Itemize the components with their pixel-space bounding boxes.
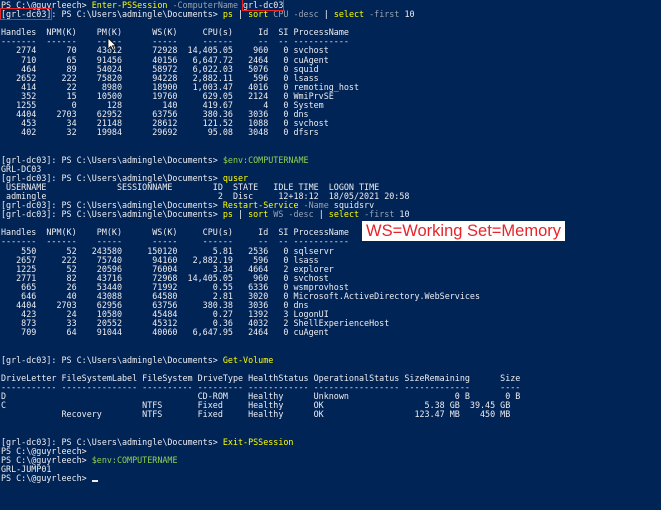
console-line: PS C:\@guyrleech> $env:COMPUTERNAME <box>1 454 520 465</box>
window-edge <box>661 0 666 510</box>
mouse-pointer-icon <box>107 37 117 51</box>
command-token: Get-Volume <box>222 354 274 365</box>
command-token: sort <box>248 209 269 220</box>
text-cursor <box>91 479 98 482</box>
command-token: Exit-PSSession <box>222 436 294 447</box>
console-text: Recovery NTFS Fixed Healthy OK 123.47 MB… <box>1 409 511 420</box>
console-text: 402 32 19984 29692 95.08 3048 0 dfsrs <box>1 127 319 138</box>
powershell-console[interactable]: PS C:\@guyrleech> Enter-PSSession -Compu… <box>0 0 661 510</box>
console-line: Recovery NTFS Fixed Healthy OK 123.47 MB… <box>1 410 520 419</box>
console-text: -first <box>359 209 400 220</box>
console-line: 402 32 19984 29692 95.08 3048 0 dfsrs <box>1 128 520 137</box>
console-text: | <box>232 9 249 20</box>
console-text: | <box>232 209 249 220</box>
console-text: WS -desc <box>268 209 314 220</box>
console-text: : PS C:\Users\admingle\Documents> <box>51 9 223 20</box>
console-text: [grl-dc03]: PS C:\Users\admingle\Documen… <box>1 209 223 220</box>
console-line: [grl-dc03]: PS C:\Users\admingle\Documen… <box>1 354 520 365</box>
console-line: [grl-dc03]: PS C:\Users\admingle\Documen… <box>0 8 520 21</box>
command-token: ps <box>222 9 233 20</box>
console-text: 10 <box>404 9 415 20</box>
console-text: 10 <box>399 209 410 220</box>
command-token: select <box>328 209 360 220</box>
console-output: PS C:\@guyrleech> Enter-PSSession -Compu… <box>0 0 520 483</box>
console-line: 709 64 91044 40060 6,647.95 2464 0 cuAge… <box>1 328 520 337</box>
console-text: PS C:\@guyrleech> <box>1 472 92 483</box>
console-text: | <box>313 209 329 220</box>
command-token: ps <box>222 209 233 220</box>
console-line: [grl-dc03]: PS C:\Users\admingle\Documen… <box>1 210 520 219</box>
console-text: [grl-dc03]: PS C:\Users\admingle\Documen… <box>1 354 223 365</box>
console-text: | <box>318 9 334 20</box>
console-text: $env:COMPUTERNAME <box>91 454 178 465</box>
command-token: select <box>333 9 365 20</box>
console-text: 709 64 91044 40060 6,647.95 2464 0 cuAge… <box>1 327 329 338</box>
console-line: [grl-dc03]: PS C:\Users\admingle\Documen… <box>1 154 520 165</box>
console-line: PS C:\@guyrleech> <box>1 472 520 483</box>
console-text: CPU -desc <box>268 9 319 20</box>
command-token: sort <box>248 9 269 20</box>
working-set-annotation: WS=Working Set=Memory <box>362 221 566 241</box>
console-text: $env:COMPUTERNAME <box>222 154 309 165</box>
highlighted-text: [grl-dc03] <box>0 8 53 21</box>
console-text: -first <box>364 9 405 20</box>
